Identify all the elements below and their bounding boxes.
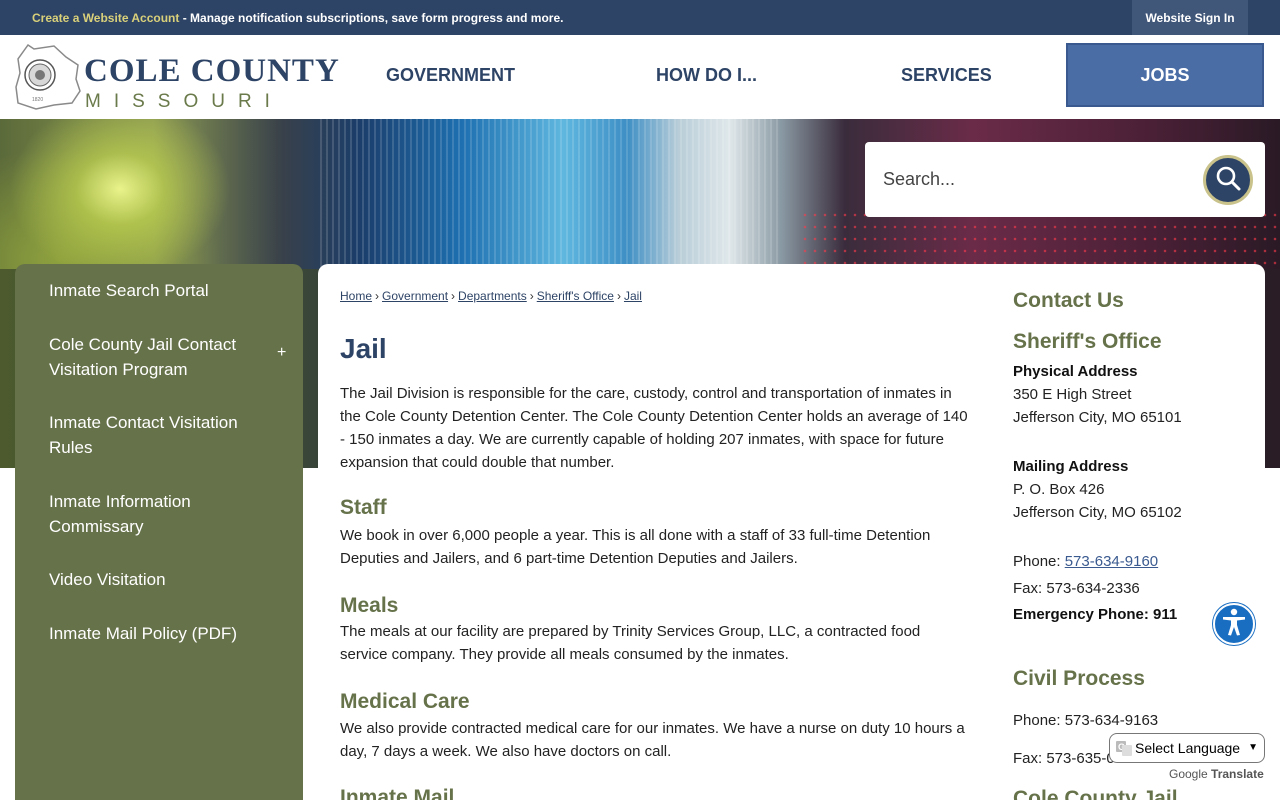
medical-care-paragraph: We also provide contracted medical care … xyxy=(340,720,965,760)
mailing-address-line2: Jefferson City, MO 65102 xyxy=(1013,504,1182,521)
account-message: Create a Website Account - Manage notifi… xyxy=(32,11,563,25)
staff-paragraph: We book in over 6,000 people a year. Thi… xyxy=(340,527,931,567)
breadcrumb-sheriffs-office[interactable]: Sheriff's Office xyxy=(537,289,614,303)
search-box xyxy=(865,142,1265,217)
sidenav-item-inmate-information-commissary[interactable]: Inmate Information Commissary xyxy=(49,489,209,539)
mailing-address-line1: P. O. Box 426 xyxy=(1013,481,1105,498)
language-select-label: Select Language xyxy=(1135,740,1241,756)
breadcrumb-separator: › xyxy=(375,289,380,303)
fax-line: Fax: 573-634-2336 xyxy=(1013,580,1140,597)
sheriffs-office-heading: Sheriff's Office xyxy=(1013,330,1162,353)
phone-line: Phone: 573-634-9160 xyxy=(1013,553,1158,570)
cole-county-jail-heading: Cole County Jail xyxy=(1013,787,1178,800)
page-title: Jail xyxy=(340,333,387,364)
meals-heading: Meals xyxy=(340,594,399,617)
hero-light-dots xyxy=(800,209,1280,269)
physical-address-line1: 350 E High Street xyxy=(1013,386,1132,403)
sidenav-item-contact-visitation-program[interactable]: Cole County Jail Contact Visitation Prog… xyxy=(49,332,269,382)
contact-us-heading: Contact Us xyxy=(1013,289,1124,312)
nav-government[interactable]: GOVERNMENT xyxy=(386,65,515,86)
accessibility-person-icon xyxy=(1219,607,1249,642)
intro-paragraph: The Jail Division is responsible for the… xyxy=(340,385,968,471)
emergency-phone: Emergency Phone: 911 xyxy=(1013,606,1178,623)
inmate-mail-heading: Inmate Mail xyxy=(340,786,455,800)
nav-jobs[interactable]: JOBS xyxy=(1066,43,1264,107)
logo-county-name: COLE COUNTY xyxy=(84,53,340,89)
meals-paragraph: The meals at our facility are prepared b… xyxy=(340,623,921,663)
search-icon xyxy=(1215,165,1241,196)
site-header: 1820 COLE COUNTY MISSOURI GOVERNMENT HOW… xyxy=(0,35,1280,119)
language-select[interactable]: G Select Language ▼ xyxy=(1109,733,1265,763)
breadcrumb-separator: › xyxy=(451,289,456,303)
physical-address-label: Physical Address xyxy=(1013,363,1138,380)
chevron-down-icon: ▼ xyxy=(1248,742,1258,753)
breadcrumb-separator: › xyxy=(529,289,534,303)
medical-care-heading: Medical Care xyxy=(340,690,470,713)
top-utility-bar: Create a Website Account - Manage notifi… xyxy=(0,0,1280,35)
google-label: Google xyxy=(1169,767,1208,781)
mailing-address-label: Mailing Address xyxy=(1013,458,1129,475)
civil-fax: Fax: 573-635-0 xyxy=(1013,750,1115,767)
cole-county-logo[interactable]: 1820 COLE COUNTY MISSOURI xyxy=(14,43,339,113)
logo-state-name: MISSOURI xyxy=(85,91,283,112)
expand-plus-icon[interactable]: + xyxy=(277,344,286,362)
civil-phone: Phone: 573-634-9163 xyxy=(1013,712,1159,729)
breadcrumb-jail[interactable]: Jail xyxy=(624,289,642,303)
sidenav-item-inmate-mail-policy[interactable]: Inmate Mail Policy (PDF) xyxy=(49,621,269,646)
search-input[interactable] xyxy=(883,164,1183,194)
civil-process-heading: Civil Process xyxy=(1013,667,1145,690)
breadcrumb: Home › Government › Departments › Sheriff's Of… xyxy=(340,289,642,303)
sidenav-item-contact-visitation-rules[interactable]: Inmate Contact Visitation Rules xyxy=(49,410,269,460)
website-sign-in-button[interactable]: Website Sign In xyxy=(1132,0,1248,35)
breadcrumb-government[interactable]: Government xyxy=(382,289,448,303)
sidenav-item-inmate-search-portal[interactable]: Inmate Search Portal xyxy=(49,278,269,303)
phone-link[interactable]: 573-634-9160 xyxy=(1065,553,1158,570)
hero-light-texture xyxy=(320,119,780,269)
county-seal-icon: 1820 xyxy=(14,43,82,111)
translate-label: Translate xyxy=(1211,767,1264,781)
nav-services[interactable]: SERVICES xyxy=(901,65,992,86)
staff-heading: Staff xyxy=(340,496,387,519)
search-button[interactable] xyxy=(1203,155,1253,205)
nav-how-do-i[interactable]: HOW DO I... xyxy=(656,65,757,86)
phone-label: Phone: xyxy=(1013,553,1065,570)
google-translate-credit[interactable]: Google Translate xyxy=(1169,767,1264,781)
sidenav-item-video-visitation[interactable]: Video Visitation xyxy=(49,567,269,592)
svg-text:1820: 1820 xyxy=(32,97,43,103)
side-navigation: Inmate Search Portal Cole County Jail Co… xyxy=(15,264,303,800)
physical-address-line2: Jefferson City, MO 65101 xyxy=(1013,409,1182,426)
breadcrumb-home[interactable]: Home xyxy=(340,289,372,303)
create-account-link[interactable]: Create a Website Account xyxy=(32,11,179,25)
google-g-icon: G xyxy=(1116,740,1132,756)
breadcrumb-departments[interactable]: Departments xyxy=(458,289,527,303)
account-message-text: - Manage notification subscriptions, sav… xyxy=(179,11,564,25)
main-content: Home › Government › Departments › Sheriff's Of… xyxy=(318,264,1265,800)
accessibility-button[interactable] xyxy=(1213,603,1255,645)
breadcrumb-separator: › xyxy=(616,289,621,303)
